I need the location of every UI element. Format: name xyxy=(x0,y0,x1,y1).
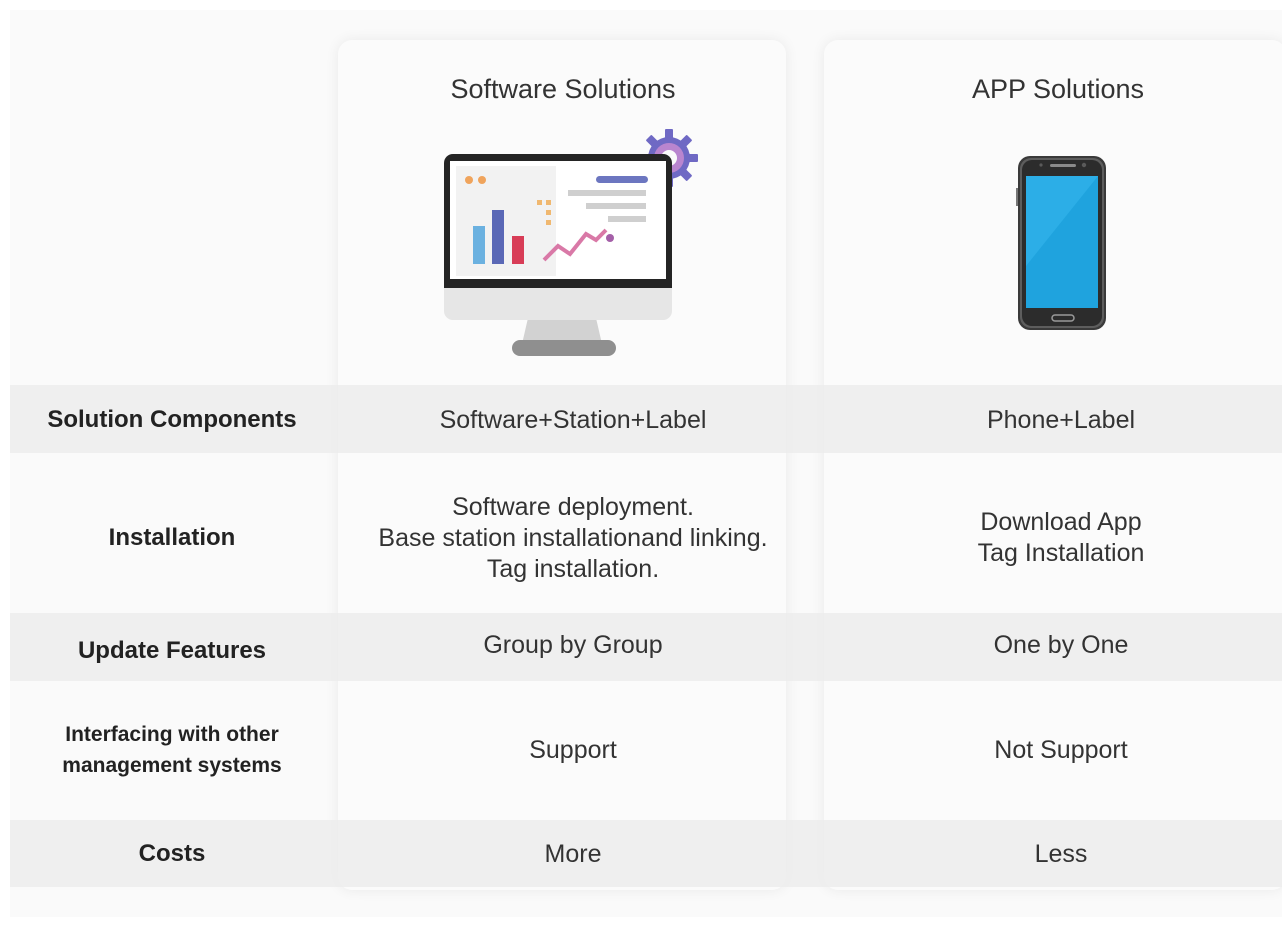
row-installation: Installation Software deployment. Base s… xyxy=(0,476,1282,600)
row-solution-components: Solution Components Software+Station+Lab… xyxy=(0,385,1282,455)
software-value: Software+Station+Label xyxy=(439,405,707,434)
label-line: management systems xyxy=(62,754,282,777)
row-label: Costs xyxy=(138,840,206,867)
value-line: Tag Installation xyxy=(977,539,1145,567)
software-solutions-title: Software Solutions xyxy=(450,74,676,104)
app-value: One by One xyxy=(993,630,1129,659)
value-line: Base station installationand linking. xyxy=(378,523,768,552)
software-value: Software deployment. Base station instal… xyxy=(350,476,796,600)
row-update-features: Update Features Group by Group One by On… xyxy=(0,613,1282,683)
software-value: Support xyxy=(529,735,617,764)
app-solutions-title: APP Solutions xyxy=(971,74,1145,104)
software-value: More xyxy=(544,839,602,868)
app-value: Download App Tag Installation xyxy=(838,476,1282,600)
row-interfacing: Interfacing with other management system… xyxy=(0,716,1282,784)
app-value: Less xyxy=(1034,839,1088,868)
software-value: Group by Group xyxy=(483,630,663,659)
value-line: Software deployment. xyxy=(452,492,694,521)
label-line: Interfacing with other xyxy=(65,723,279,746)
value-line: Download App xyxy=(980,508,1142,536)
row-label: Interfacing with other management system… xyxy=(18,716,326,784)
app-value: Not Support xyxy=(994,735,1128,764)
app-value: Phone+Label xyxy=(986,405,1136,434)
monitor-dashboard-icon xyxy=(444,129,698,356)
row-costs: Costs More Less xyxy=(0,820,1282,888)
smartphone-icon xyxy=(1016,156,1106,330)
row-label: Installation xyxy=(108,524,236,551)
row-label: Update Features xyxy=(77,637,267,664)
row-label: Solution Components xyxy=(47,406,297,433)
value-line: Tag installation. xyxy=(486,554,660,583)
